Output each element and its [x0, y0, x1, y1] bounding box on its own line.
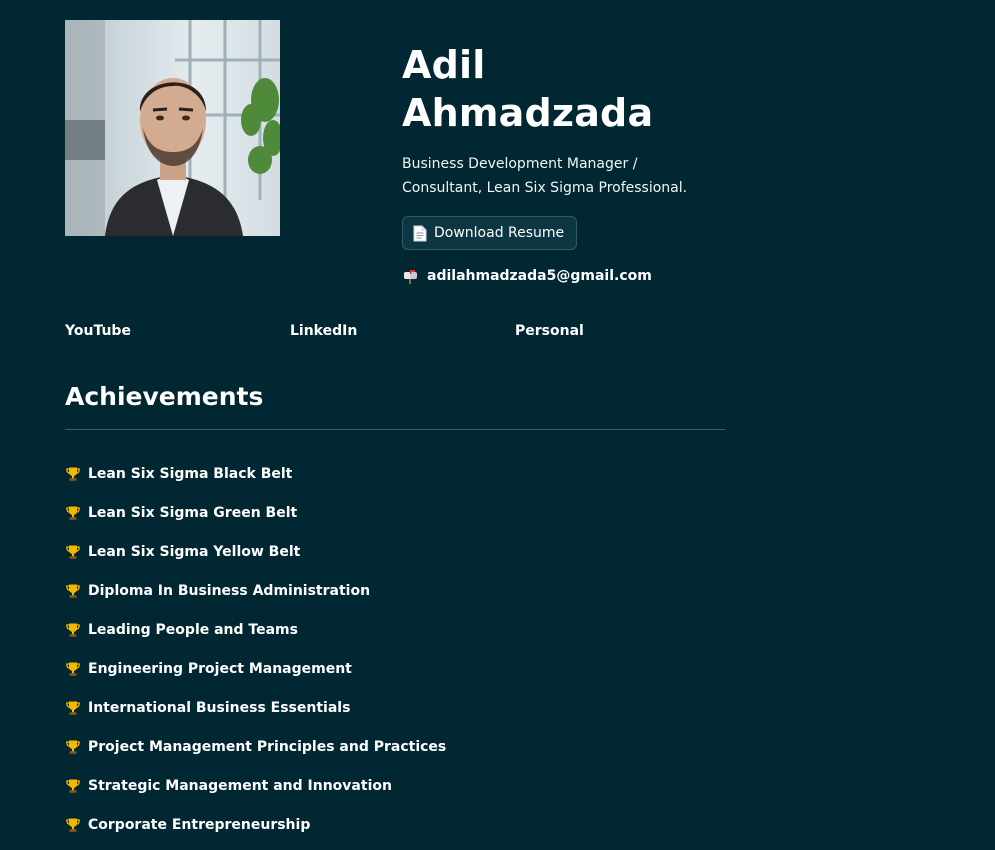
trophy-icon [65, 778, 81, 794]
achievement-label: Lean Six Sigma Black Belt [88, 466, 293, 482]
achievement-label: Leading People and Teams [88, 622, 298, 638]
document-icon [413, 225, 427, 242]
mailbox-icon [403, 268, 419, 284]
linkedin-link[interactable]: LinkedIn [290, 323, 357, 339]
last-name: Ahmadzada [402, 91, 654, 135]
personal-link[interactable]: Personal [515, 323, 584, 339]
achievement-item: Lean Six Sigma Yellow Belt [65, 542, 446, 581]
achievement-item: Corporate Entrepreneurship [65, 815, 446, 850]
achievement-label: Strategic Management and Innovation [88, 778, 392, 794]
social-links: YouTube LinkedIn Personal [65, 323, 785, 343]
achievement-item: Engineering Project Management [65, 659, 446, 698]
achievements-heading: Achievements [65, 382, 264, 411]
email-address: adilahmadzada5@gmail.com [427, 268, 652, 284]
trophy-icon [65, 466, 81, 482]
achievement-item: Leading People and Teams [65, 620, 446, 659]
trophy-icon [65, 544, 81, 560]
download-resume-label: Download Resume [434, 225, 565, 241]
section-divider [65, 429, 725, 430]
achievement-item: International Business Essentials [65, 698, 446, 737]
achievement-item: Lean Six Sigma Black Belt [65, 464, 446, 503]
email-contact[interactable]: adilahmadzada5@gmail.com [403, 268, 652, 284]
trophy-icon [65, 505, 81, 521]
profile-name: Adil Ahmadzada [402, 41, 653, 137]
profile-tagline: Business Development Manager / Consultan… [402, 152, 722, 200]
achievement-label: Lean Six Sigma Yellow Belt [88, 544, 301, 560]
achievement-label: Diploma In Business Administration [88, 583, 371, 599]
profile-page: Adil Ahmadzada Business Development Mana… [0, 0, 995, 850]
achievement-item: Strategic Management and Innovation [65, 776, 446, 815]
profile-photo-image [65, 20, 280, 236]
achievement-item: Lean Six Sigma Green Belt [65, 503, 446, 542]
achievement-label: Project Management Principles and Practi… [88, 739, 447, 755]
achievement-label: Engineering Project Management [88, 661, 352, 677]
download-resume-button[interactable]: Download Resume [402, 216, 578, 250]
first-name: Adil [402, 43, 486, 87]
youtube-link[interactable]: YouTube [65, 323, 131, 339]
achievement-label: Corporate Entrepreneurship [88, 817, 311, 833]
trophy-icon [65, 622, 81, 638]
achievement-item: Project Management Principles and Practi… [65, 737, 446, 776]
trophy-icon [65, 817, 81, 833]
achievements-list: Lean Six Sigma Black Belt Lean Six Sigma… [65, 464, 446, 850]
profile-photo [65, 20, 280, 236]
trophy-icon [65, 661, 81, 677]
trophy-icon [65, 583, 81, 599]
trophy-icon [65, 739, 81, 755]
achievement-item: Diploma In Business Administration [65, 581, 446, 620]
tagline-line-2: Consultant, Lean Six Sigma Professional. [402, 180, 688, 196]
achievement-label: International Business Essentials [88, 700, 351, 716]
tagline-line-1: Business Development Manager / [402, 156, 638, 172]
achievement-label: Lean Six Sigma Green Belt [88, 505, 298, 521]
trophy-icon [65, 700, 81, 716]
